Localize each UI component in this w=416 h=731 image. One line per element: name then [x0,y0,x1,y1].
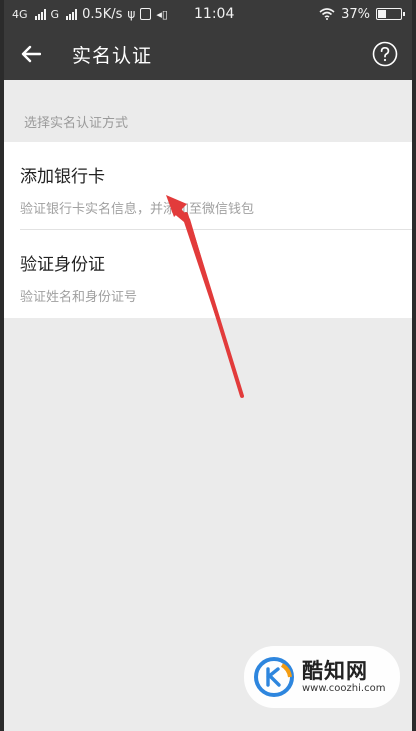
option-title: 验证身份证 [20,255,105,275]
option-description: 验证银行卡实名信息，并添加至微信钱包 [20,202,255,217]
arrow-left-icon [21,45,41,63]
verify-id-card-option[interactable]: 验证身份证 验证姓名和身份证号 [4,230,412,318]
signal-strength-icon-2 [66,8,78,20]
watermark-name: 酷知网 [302,659,368,683]
coozhi-logo-icon [254,657,294,697]
right-frame [412,0,416,731]
vibrate-icon: ◂▯ [156,7,168,21]
help-icon[interactable] [372,41,398,67]
battery-percent: 37% [341,6,370,22]
network-speed: 0.5K/s [82,6,123,22]
clock: 11:04 [194,6,235,22]
network-type-g: G [50,7,60,21]
wifi-icon [319,8,335,20]
battery-icon [376,8,405,20]
status-bar: 4G G 0.5K/s ψ ◂▯ 11:04 37% [4,0,412,28]
usb-icon: ψ [127,7,136,21]
page-title: 实名认证 [72,44,153,67]
content-area: 选择实名认证方式 添加银行卡 验证银行卡实名信息，并添加至微信钱包 验证身份证 … [4,80,412,731]
watermark-url: www.coozhi.com [302,683,386,694]
option-description: 验证姓名和身份证号 [20,290,138,305]
section-label: 选择实名认证方式 [24,116,129,131]
add-bank-card-option[interactable]: 添加银行卡 验证银行卡实名信息，并添加至微信钱包 [4,142,412,230]
signal-strength-icon [34,8,46,20]
back-button[interactable] [4,28,58,80]
option-title: 添加银行卡 [20,167,105,187]
coozhi-watermark: 酷知网 www.coozhi.com [244,646,400,708]
title-bar: 实名认证 [4,28,412,80]
network-type-4g: 4G [12,7,28,21]
notification-icon [140,8,152,20]
